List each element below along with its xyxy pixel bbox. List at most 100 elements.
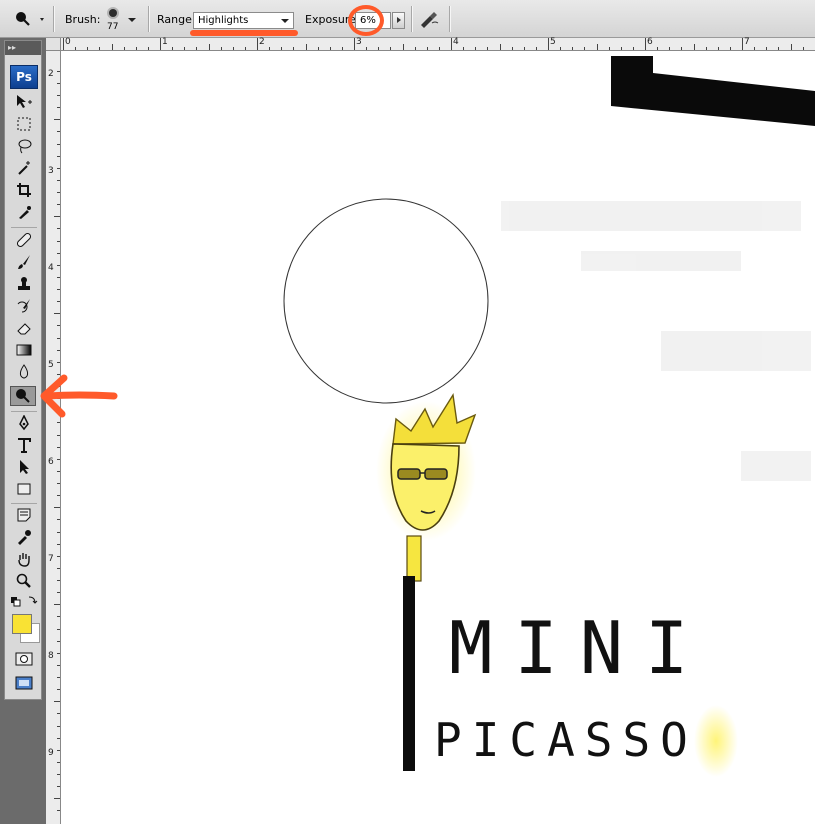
ruler-tick [184, 47, 186, 50]
ruler-tick [778, 47, 780, 50]
ruler-tick [63, 38, 64, 50]
type-tool[interactable] [13, 436, 35, 454]
toolbox-collapse-grip[interactable]: ▸▸ [5, 41, 41, 55]
history-brush-tool[interactable] [13, 297, 35, 315]
ruler-tick [57, 337, 60, 339]
shape-tool[interactable] [13, 480, 35, 498]
ruler-tick [99, 47, 101, 50]
ruler-tick [535, 47, 537, 50]
ruler-tick [608, 47, 610, 50]
ruler-tick [57, 555, 60, 557]
range-highlight-annotation [190, 30, 298, 36]
vertical-ruler[interactable]: 2 3 4 5 6 7 8 9 [46, 51, 61, 824]
slice-tool[interactable] [13, 203, 35, 221]
brush-dropdown-arrow [128, 18, 136, 22]
ruler-top-label: 2 [259, 37, 265, 47]
ruler-tick [790, 44, 792, 50]
ruler-tick [57, 458, 60, 460]
ruler-top-label: 3 [356, 37, 362, 47]
ruler-left-label: 9 [48, 748, 54, 758]
ruler-tick [57, 276, 60, 278]
ruler-tick [475, 47, 477, 50]
ruler-tick [499, 44, 501, 50]
ruler-tick [57, 143, 60, 145]
screen-mode-toggle[interactable] [13, 674, 35, 692]
exposure-slider-button[interactable] [392, 12, 405, 29]
ruler-tick [293, 47, 295, 50]
notes-tool[interactable] [13, 506, 35, 524]
ruler-tick [57, 422, 60, 424]
ruler-tick [57, 179, 60, 181]
ruler-tick [584, 47, 586, 50]
gradient-tool[interactable] [13, 341, 35, 359]
foreground-color-swatch[interactable] [12, 614, 32, 634]
eraser-tool[interactable] [13, 319, 35, 337]
ruler-tick [620, 47, 622, 50]
tool-preset-picker[interactable] [10, 0, 44, 38]
ruler-tick [281, 47, 283, 50]
brush-tool[interactable] [13, 253, 35, 271]
ruler-left-label: 4 [48, 263, 54, 273]
ruler-tick [57, 301, 60, 303]
blur-tool[interactable] [13, 363, 35, 381]
magnifier-icon [16, 573, 31, 588]
marquee-icon [17, 117, 31, 131]
ruler-tick [57, 810, 60, 812]
default-colors-swap[interactable] [9, 594, 39, 608]
ruler-tick [57, 725, 60, 727]
ruler-tick [57, 616, 60, 618]
exposure-circle-annotation [348, 5, 384, 36]
ruler-left-label: 2 [48, 69, 54, 79]
ruler-tick [54, 701, 60, 703]
ruler-tick [57, 252, 60, 254]
ruler-tick [414, 47, 416, 50]
ruler-top-label: 1 [162, 37, 168, 47]
ruler-tick [54, 313, 60, 315]
path-selection-tool[interactable] [13, 458, 35, 476]
pen-icon [19, 415, 29, 431]
bandage-icon [16, 232, 32, 248]
ruler-tick [402, 44, 404, 50]
ruler-tick [57, 470, 60, 472]
ruler-tick [269, 47, 271, 50]
ruler-tick [111, 44, 113, 50]
hand-tool[interactable] [13, 550, 35, 568]
ruler-tick [754, 47, 756, 50]
move-tool[interactable] [13, 93, 35, 111]
range-select[interactable]: Highlights [193, 12, 294, 29]
dodge-icon [16, 12, 44, 26]
document-canvas[interactable]: MINI PICASSO [61, 51, 815, 824]
drop-icon [19, 364, 29, 379]
move-icon [17, 95, 32, 108]
range-value: Highlights [198, 15, 249, 26]
ruler-tick [742, 38, 743, 50]
ruler-tick [57, 70, 60, 72]
clone-stamp-tool[interactable] [13, 275, 35, 293]
quick-mask-toggle[interactable] [13, 650, 35, 668]
range-label: Range: [157, 12, 196, 26]
ruler-tick [681, 47, 683, 50]
ruler-tick [196, 47, 198, 50]
airbrush-toggle[interactable] [418, 0, 440, 38]
ruler-tick [317, 47, 319, 50]
brush-picker[interactable]: 77 [104, 4, 138, 36]
dodge-icon [16, 389, 30, 403]
horizontal-ruler[interactable]: 0 1 2 3 4 5 6 7 [61, 37, 815, 51]
ruler-tick [57, 713, 60, 715]
ruler-left-label: 7 [48, 554, 54, 564]
dodge-tool[interactable] [10, 386, 36, 406]
eyedropper-tool[interactable] [13, 528, 35, 546]
zoom-tool[interactable] [13, 572, 35, 590]
pen-tool[interactable] [13, 414, 35, 432]
eyedropper-slice-icon [19, 206, 31, 219]
ruler-origin[interactable] [46, 38, 61, 51]
healing-brush-tool[interactable] [13, 231, 35, 249]
crop-tool[interactable] [13, 181, 35, 199]
ruler-tick [57, 361, 60, 363]
ruler-tick [57, 82, 60, 84]
ruler-tick [645, 38, 646, 50]
marquee-tool[interactable] [13, 115, 35, 133]
magic-wand-tool[interactable] [13, 159, 35, 177]
lasso-tool[interactable] [13, 137, 35, 155]
ruler-tick [57, 628, 60, 630]
